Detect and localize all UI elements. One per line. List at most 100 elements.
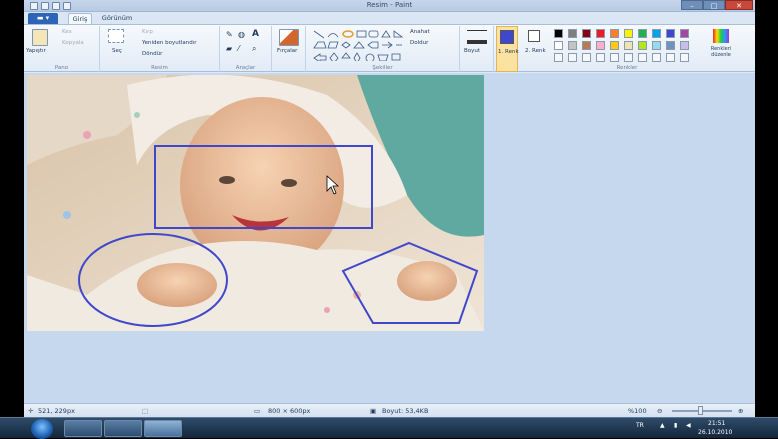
zoom-level: %100 [628, 407, 647, 415]
palette-swatch[interactable] [554, 29, 563, 38]
taskbar-paint[interactable] [144, 420, 182, 437]
text-icon[interactable]: A [252, 29, 259, 39]
palette-swatch[interactable] [610, 41, 619, 50]
outline-button[interactable]: Anahat [410, 29, 430, 35]
palette-swatch[interactable] [582, 41, 591, 50]
palette-swatch[interactable] [652, 29, 661, 38]
color2-label: 2. Renk [525, 48, 546, 54]
palette-swatch[interactable] [596, 41, 605, 50]
zoom-out-icon[interactable]: ⊖ [657, 407, 662, 415]
palette-swatch[interactable] [554, 41, 563, 50]
color1-label: 1. Renk [498, 49, 519, 55]
colors-label: Renkler [616, 65, 638, 71]
pencil-icon[interactable]: ✎ [226, 30, 233, 39]
palette-swatch[interactable] [652, 41, 661, 50]
tools-label: Araçlar [235, 65, 256, 71]
brushes-button[interactable]: Fırçalar [277, 48, 297, 54]
cut-button[interactable]: Kes [62, 29, 72, 35]
select-icon[interactable] [108, 29, 124, 43]
cursor-position-icon: ✛ [28, 407, 34, 415]
maximize-button[interactable]: □ [703, 0, 725, 10]
shapes-label: Şekiller [372, 65, 393, 71]
shapes-gallery[interactable] [312, 29, 404, 61]
palette-swatch[interactable] [610, 29, 619, 38]
taskbar: TR ▲ ▮ ◀ 21:51 26.10.2010 [0, 417, 778, 439]
palette-swatch[interactable] [582, 29, 591, 38]
brushes-group: Fırçalar [272, 26, 306, 72]
palette-swatch[interactable] [624, 41, 633, 50]
palette-swatch[interactable] [554, 53, 563, 62]
paint-menu-button[interactable]: ▬ ▾ [28, 13, 58, 24]
palette-swatch[interactable] [680, 41, 689, 50]
color-picker-icon[interactable]: ⁄ [238, 44, 239, 53]
close-button[interactable]: ✕ [725, 0, 753, 10]
size-button[interactable]: Boyut [464, 48, 480, 54]
shapes-group: Anahat Doldur Şekiller [306, 26, 460, 72]
palette-swatch[interactable] [666, 41, 675, 50]
copy-button[interactable]: Kopyala [62, 40, 84, 46]
paste-button[interactable]: Yapıştır [26, 48, 46, 54]
palette-swatch[interactable] [680, 53, 689, 62]
size-group: Boyut [460, 26, 494, 72]
ribbon: Yapıştır Kes Kopyala Pano Seç Kırp Yenid… [24, 24, 755, 72]
palette-swatch[interactable] [666, 53, 675, 62]
palette-swatch[interactable] [666, 29, 675, 38]
minimize-button[interactable]: – [681, 0, 703, 10]
cursor-position: 521, 229px [38, 407, 75, 415]
volume-icon[interactable]: ◀ [686, 422, 691, 429]
palette-swatch[interactable] [596, 29, 605, 38]
line-size-icon[interactable] [467, 30, 487, 44]
colors-group: Renkler [550, 26, 704, 72]
palette-swatch[interactable] [624, 29, 633, 38]
eraser-icon[interactable]: ▰ [226, 44, 232, 53]
network-icon[interactable]: ▮ [674, 422, 677, 429]
color1-swatch [500, 30, 514, 44]
edit-colors-button[interactable]: Renkleri düzenle [708, 26, 734, 72]
color1-button[interactable]: 1. Renk [496, 26, 519, 72]
selection-size-icon: ⬚ [142, 407, 149, 415]
image-group: Seç Kırp Yeniden boyutlandır Döndür Resi… [100, 26, 220, 72]
zoom-in-icon[interactable]: ⊕ [738, 407, 743, 415]
taskbar-explorer[interactable] [64, 420, 102, 437]
edit-colors-label: Renkleri düzenle [710, 46, 732, 58]
crop-button[interactable]: Kırp [142, 29, 153, 35]
palette-swatch[interactable] [680, 29, 689, 38]
fill-icon[interactable]: ◍ [238, 30, 245, 39]
palette-swatch[interactable] [610, 53, 619, 62]
taskbar-images[interactable] [104, 420, 142, 437]
status-bar: ✛ 521, 229px ⬚ ▭ 800 × 600px ▣ Boyut: 53… [24, 403, 755, 417]
tray-arrow-icon[interactable]: ▲ [660, 422, 665, 429]
baby-photo [27, 75, 484, 331]
canvas-area[interactable] [24, 73, 755, 403]
palette-swatch[interactable] [568, 41, 577, 50]
brush-icon[interactable] [279, 29, 299, 46]
palette-swatch[interactable] [568, 53, 577, 62]
tab-view[interactable]: Görünüm [100, 13, 134, 24]
palette-swatch[interactable] [638, 53, 647, 62]
zoom-slider-thumb[interactable] [698, 406, 703, 415]
palette-swatch[interactable] [638, 41, 647, 50]
fill-button[interactable]: Doldur [410, 40, 428, 46]
window-title: Resim - Paint [366, 1, 413, 9]
palette-swatch[interactable] [582, 53, 591, 62]
rotate-button[interactable]: Döndür [142, 51, 162, 57]
clock-date[interactable]: 26.10.2010 [698, 429, 732, 436]
file-size: Boyut: 53,4KB [382, 407, 429, 415]
clock-time[interactable]: 21:51 [708, 420, 725, 427]
clipboard-group: Yapıştır Kes Kopyala Pano [24, 26, 100, 72]
palette-swatch[interactable] [568, 29, 577, 38]
palette-swatch[interactable] [596, 53, 605, 62]
resize-button[interactable]: Yeniden boyutlandır [142, 40, 197, 46]
palette-swatch[interactable] [652, 53, 661, 62]
tab-home[interactable]: Giriş [68, 13, 92, 24]
palette-swatch[interactable] [624, 53, 633, 62]
paste-icon[interactable] [32, 29, 48, 46]
magnifier-icon[interactable]: ⌕ [252, 44, 256, 54]
start-button[interactable] [31, 419, 53, 439]
color2-button[interactable]: 2. Renk [524, 26, 546, 72]
palette-swatch[interactable] [638, 29, 647, 38]
language-indicator[interactable]: TR [636, 422, 644, 429]
select-button[interactable]: Seç [112, 48, 122, 54]
image-label: Resim [151, 65, 168, 71]
drawing-canvas[interactable] [27, 75, 484, 331]
